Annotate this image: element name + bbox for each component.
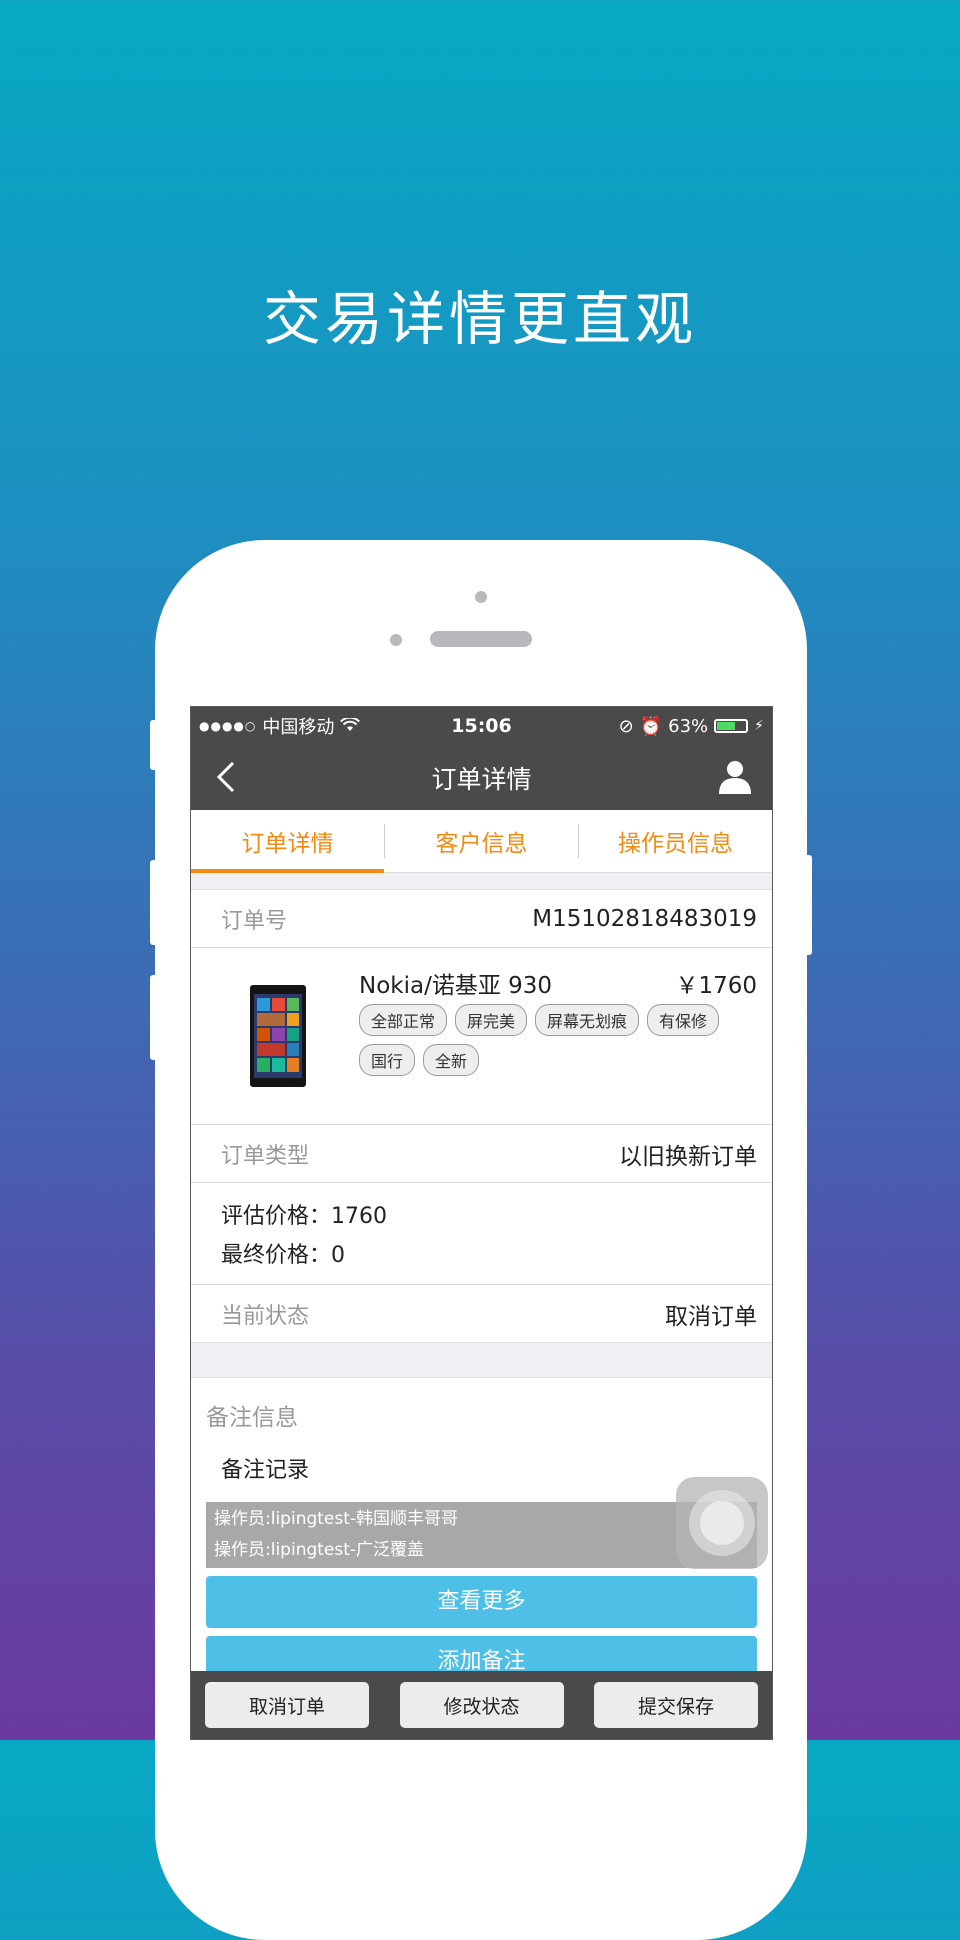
condition-tag: 有保修 [647, 1004, 720, 1036]
section-gap [191, 873, 772, 890]
status-label: 当前状态 [221, 1303, 310, 1329]
phone-image [249, 984, 307, 1092]
assistive-touch-button[interactable] [676, 1477, 768, 1569]
order-number-value: M15102818483019 [532, 905, 757, 932]
status-bar: ●●●●○ 中国移动 15:06 ⊘ ⏰ 63% ⚡ [191, 707, 772, 745]
front-camera [475, 591, 487, 603]
power-button [804, 855, 812, 955]
order-type-value: 以旧换新订单 [619, 1143, 757, 1170]
product-name: Nokia/诺基亚 930 [359, 973, 553, 999]
note-record: 操作员:lipingtest-韩国顺丰哥哥 [214, 1509, 459, 1529]
condition-tags: 全部正常 屏完美 屏幕无划痕 有保修 国行 全新 [359, 1004, 749, 1076]
condition-tag: 全部正常 [359, 1004, 448, 1036]
chevron-left-icon[interactable] [213, 757, 237, 804]
bottom-action-bar: 取消订单 修改状态 提交保存 [191, 1671, 772, 1739]
volume-button [150, 720, 158, 770]
final-price: 最终价格：0 [221, 1243, 346, 1268]
tab-operator-info[interactable]: 操作员信息 [579, 810, 772, 872]
product-card: Nokia/诺基亚 930 ￥1760 全部正常 屏完美 屏幕无划痕 有保修 国… [191, 948, 772, 1125]
order-type-label: 订单类型 [221, 1143, 310, 1169]
headline: 交易详情更直观 [262, 285, 697, 353]
submit-save-button[interactable]: 提交保存 [594, 1682, 758, 1728]
earpiece-speaker [430, 631, 532, 647]
note-record: 操作员:lipingtest-广泛覆盖 [214, 1540, 425, 1560]
section-gap [191, 1343, 772, 1378]
rotation-lock-icon: ⊘ [618, 715, 634, 737]
volume-button [150, 975, 158, 1060]
notes-records-label: 备注记录 [221, 1458, 310, 1483]
notes-log: 操作员:lipingtest-韩国顺丰哥哥 操作员:lipingtest-广泛覆… [206, 1502, 757, 1568]
charging-icon: ⚡ [754, 718, 764, 734]
phone-screen: ●●●●○ 中国移动 15:06 ⊘ ⏰ 63% ⚡ 订单详情 订单详情 客户信… [190, 706, 773, 1740]
modify-status-button[interactable]: 修改状态 [399, 1682, 564, 1728]
volume-button [150, 860, 158, 945]
tab-bar: 订单详情 客户信息 操作员信息 [191, 810, 772, 873]
alarm-icon: ⏰ [639, 715, 663, 737]
user-icon[interactable] [716, 757, 754, 799]
order-number-label: 订单号 [221, 908, 288, 934]
cancel-order-button[interactable]: 取消订单 [205, 1682, 369, 1728]
page-title: 订单详情 [431, 764, 532, 794]
order-type-row: 订单类型 以旧换新订单 [191, 1125, 772, 1183]
order-number-row: 订单号 M15102818483019 [191, 890, 772, 948]
status-row: 当前状态 取消订单 [191, 1285, 772, 1343]
signal-icon: ●●●●○ [199, 719, 257, 733]
notes-title: 备注信息 [206, 1405, 298, 1431]
tab-customer-info[interactable]: 客户信息 [385, 810, 578, 872]
product-price: ￥1760 [675, 973, 757, 999]
view-more-button[interactable]: 查看更多 [206, 1576, 757, 1628]
estimate-price: 评估价格：1760 [221, 1204, 388, 1229]
condition-tag: 屏完美 [455, 1004, 528, 1036]
tab-order-details[interactable]: 订单详情 [191, 810, 384, 873]
wifi-icon [340, 716, 361, 737]
price-block: 评估价格：1760 最终价格：0 [191, 1183, 772, 1285]
condition-tag: 屏幕无划痕 [535, 1004, 640, 1036]
proximity-sensor [390, 634, 402, 646]
battery-percent: 63% [668, 715, 709, 737]
carrier: 中国移动 [262, 717, 335, 738]
condition-tag: 全新 [423, 1044, 480, 1076]
condition-tag: 国行 [359, 1044, 416, 1076]
battery-icon [714, 719, 749, 733]
nav-bar: 订单详情 [191, 745, 772, 810]
status-value: 取消订单 [665, 1303, 757, 1330]
